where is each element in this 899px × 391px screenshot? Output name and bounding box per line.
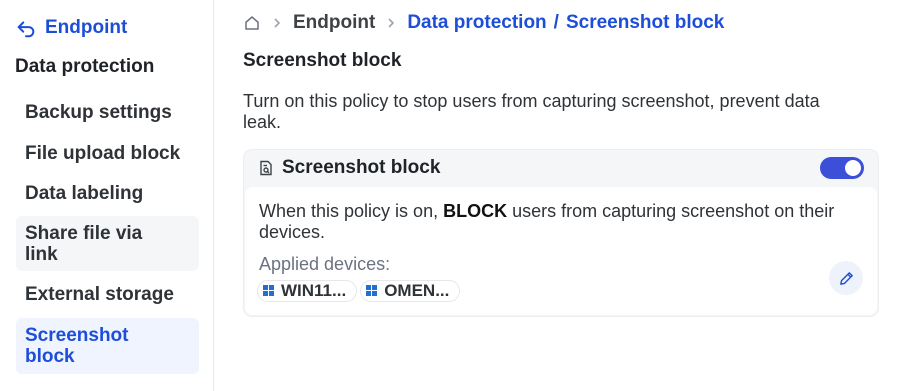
chevron-right-icon bbox=[272, 18, 282, 28]
toggle-knob bbox=[845, 160, 861, 176]
applied-devices-label: Applied devices: bbox=[259, 254, 391, 274]
breadcrumb-screenshot-block: Screenshot block bbox=[565, 12, 725, 33]
back-link-label: Endpoint bbox=[45, 17, 128, 38]
policy-desc-bold: BLOCK bbox=[443, 201, 508, 221]
device-chip-label: WIN11... bbox=[281, 281, 347, 300]
page-description: Turn on this policy to stop users from c… bbox=[243, 91, 820, 132]
breadcrumb-endpoint[interactable]: Endpoint bbox=[293, 12, 375, 34]
back-to-endpoint-link[interactable]: Endpoint bbox=[15, 17, 127, 39]
breadcrumb: Endpoint Data protection / Screenshot bl… bbox=[243, 11, 724, 35]
sidebar-item-data-labeling[interactable]: Data labeling bbox=[16, 181, 199, 205]
policy-card-body: When this policy is on, BLOCK users from… bbox=[245, 187, 877, 315]
policy-card-title: Screenshot block bbox=[282, 157, 441, 178]
device-chip[interactable]: WIN11... bbox=[257, 280, 358, 302]
policy-toggle[interactable] bbox=[820, 157, 864, 179]
edit-button[interactable] bbox=[829, 261, 863, 295]
policy-card-header: Screenshot block bbox=[244, 150, 878, 186]
page-title: Screenshot block bbox=[243, 50, 402, 71]
sidebar-item-label: Backup settings bbox=[25, 101, 172, 123]
sidebar-item-label: File upload block bbox=[25, 142, 181, 164]
sidebar-item-label: Share file via link bbox=[25, 222, 143, 265]
windows-icon bbox=[263, 285, 275, 297]
device-chip-label: OMEN... bbox=[384, 281, 450, 300]
chevron-right-icon bbox=[386, 18, 396, 28]
breadcrumb-data-protection[interactable]: Data protection bbox=[407, 12, 546, 34]
sidebar-item-label: Screenshot block bbox=[25, 325, 129, 367]
sidebar-heading: Data protection bbox=[15, 56, 155, 77]
pencil-icon bbox=[839, 271, 853, 285]
device-chips: WIN11... OMEN... bbox=[257, 280, 463, 302]
policy-description: When this policy is on, BLOCK users from… bbox=[259, 201, 869, 243]
sidebar-item-share-file-via-link[interactable]: Share file via link bbox=[16, 216, 199, 271]
sidebar-item-label: External storage bbox=[25, 283, 174, 305]
device-chip[interactable]: OMEN... bbox=[360, 280, 461, 302]
windows-icon bbox=[366, 285, 378, 297]
document-search-icon bbox=[260, 160, 272, 176]
home-icon[interactable] bbox=[243, 14, 261, 32]
policy-desc-prefix: When this policy is on, bbox=[259, 201, 444, 221]
breadcrumb-slash: / bbox=[553, 12, 559, 33]
sidebar-item-file-upload-block[interactable]: File upload block bbox=[16, 141, 199, 165]
back-arrow-icon bbox=[17, 21, 35, 38]
sidebar-item-label: Data labeling bbox=[25, 182, 144, 204]
sidebar-item-external-storage[interactable]: External storage bbox=[16, 282, 199, 306]
main-content: Endpoint Data protection / Screenshot bl… bbox=[215, 0, 899, 391]
sidebar-item-screenshot-block[interactable]: Screenshot block bbox=[16, 318, 199, 374]
policy-card: Screenshot block When this policy is on,… bbox=[243, 149, 879, 317]
sidebar-item-backup-settings[interactable]: Backup settings bbox=[16, 100, 199, 124]
sidebar: Endpoint Data protection Backup settings… bbox=[0, 0, 214, 391]
